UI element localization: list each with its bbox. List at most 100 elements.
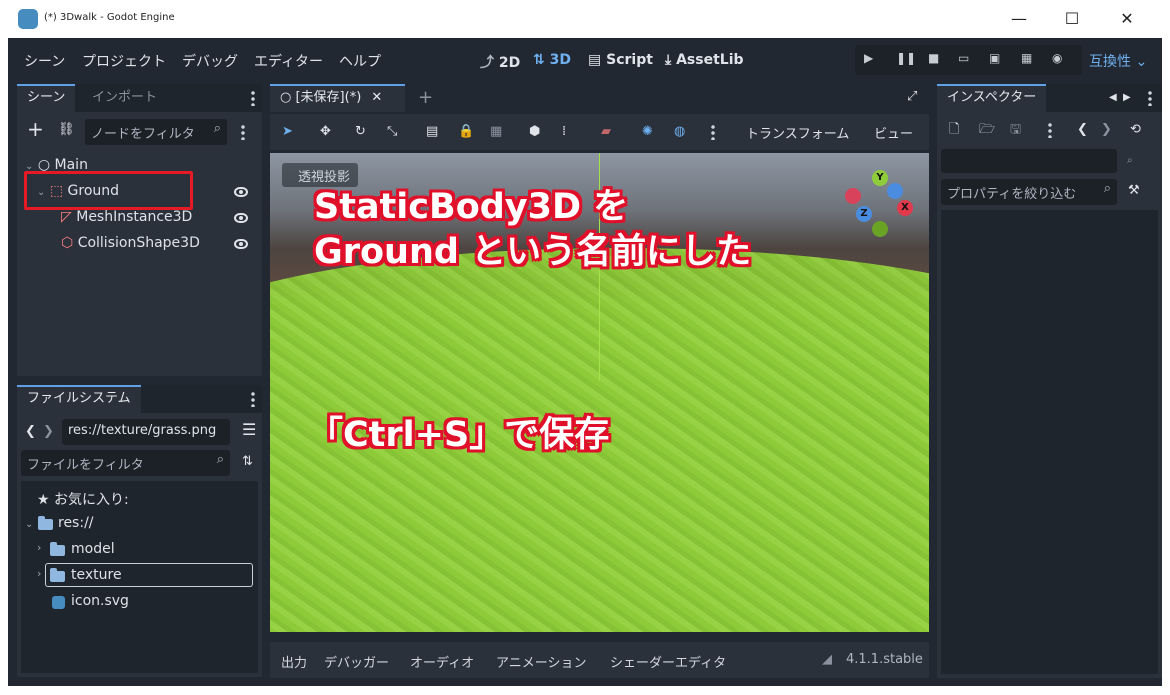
split-view-icon[interactable]: ☰: [242, 422, 256, 438]
workspace-assetlib-button[interactable]: ⤓ AssetLib: [665, 52, 744, 68]
tab-unsaved-scene[interactable]: ○ [未保存](*) ✕: [270, 84, 405, 112]
environment-icon[interactable]: ◍: [674, 125, 685, 139]
tab-import[interactable]: インポート: [82, 84, 167, 112]
history-back-icon[interactable]: ❮: [1077, 123, 1088, 137]
gizmo-neg-x[interactable]: [845, 188, 861, 204]
forward-icon[interactable]: ❯: [43, 425, 54, 439]
workspace-script-button[interactable]: ▤ Script: [588, 52, 653, 68]
view-menu[interactable]: ビュー: [874, 123, 913, 142]
close-tab-icon[interactable]: ✕: [371, 90, 382, 105]
inspector-dock: インスペクター ◀ ▶ 🗋 🗁 🖫 ❮ ❯ ⟲ ⌕ プロパティを絞り込む ⌕ ⚒: [937, 84, 1162, 678]
dock-left-icon[interactable]: ◀: [1109, 91, 1117, 105]
group-icon[interactable]: ▦: [490, 125, 502, 139]
menu-debug[interactable]: デバッグ: [182, 51, 238, 71]
menu-scene[interactable]: シーン: [24, 51, 65, 71]
workspace-2d-label: 2D: [498, 55, 521, 71]
rotate-mode-icon[interactable]: ↻: [355, 125, 366, 139]
file-item-icon-svg[interactable]: icon.svg: [71, 593, 129, 609]
update-spinner-icon[interactable]: ◢: [822, 652, 832, 667]
new-resource-icon[interactable]: 🗋: [949, 123, 959, 137]
add-scene-tab-icon[interactable]: +: [408, 84, 443, 112]
visibility-eye-icon[interactable]: [234, 213, 248, 223]
bottom-tab-audio[interactable]: オーディオ: [410, 652, 474, 671]
renderer-select[interactable]: 互換性 ⌄: [1089, 51, 1147, 71]
gizmo-neg-y[interactable]: [872, 221, 888, 237]
play-icon[interactable]: ▶: [864, 51, 873, 65]
menu-project[interactable]: プロジェクト: [82, 51, 166, 71]
expand-icon[interactable]: ›: [37, 541, 41, 554]
select-mode-icon[interactable]: ➤: [282, 125, 293, 139]
bottom-tab-debugger[interactable]: デバッガー: [324, 652, 389, 671]
tree-item-meshinstance[interactable]: ◸ MeshInstance3D: [61, 209, 192, 225]
res-root-item[interactable]: ⌄: [25, 515, 33, 531]
dock-right-icon[interactable]: ▶: [1123, 91, 1131, 105]
scale-mode-icon[interactable]: ⤡: [387, 125, 397, 139]
camera-icon[interactable]: ▰: [601, 125, 611, 139]
save-resource-icon[interactable]: 🖫: [1010, 123, 1021, 137]
pause-icon[interactable]: ❚❚: [896, 51, 916, 65]
annotation-line-2: Ground という名前にした: [314, 232, 752, 272]
tools-icon[interactable]: ⚒: [1128, 184, 1140, 198]
path-field[interactable]: res://texture/grass.png: [62, 419, 230, 445]
local-space-icon[interactable]: ⬢: [529, 125, 540, 139]
minimize-button[interactable]: —: [996, 0, 1042, 38]
sort-icon[interactable]: ⇅: [242, 455, 253, 469]
snap-icon[interactable]: ⁞: [562, 125, 566, 139]
gizmo-neg-z[interactable]: [887, 183, 903, 199]
dock-menu-icon[interactable]: [251, 90, 255, 106]
add-node-icon[interactable]: +: [27, 119, 44, 139]
tab-filesystem[interactable]: ファイルシステム: [17, 385, 141, 413]
link-icon[interactable]: ⛓: [58, 123, 75, 137]
menu-editor[interactable]: エディター: [254, 51, 323, 71]
renderer-label: 互換性: [1089, 54, 1131, 70]
tree-item-label: CollisionShape3D: [77, 235, 200, 251]
tab-inspector[interactable]: インスペクター: [937, 84, 1047, 112]
scene-options-icon[interactable]: [241, 124, 245, 140]
property-filter-input[interactable]: プロパティを絞り込む ⌕: [941, 179, 1117, 205]
sun-icon[interactable]: ✺: [642, 125, 653, 139]
bottom-tab-shader-editor[interactable]: シェーダーエディタ: [610, 652, 726, 671]
stop-icon[interactable]: ■: [928, 51, 939, 65]
open-resource-icon[interactable]: 🗁: [979, 123, 995, 137]
transform-menu[interactable]: トランスフォーム: [746, 123, 849, 142]
play-custom-scene-icon[interactable]: ▦: [1021, 51, 1032, 65]
doc-icon[interactable]: ⌕: [1127, 154, 1133, 168]
file-item-model[interactable]: model: [71, 541, 115, 557]
play-scene-icon[interactable]: ▣: [989, 51, 1000, 65]
close-window-button[interactable]: ✕: [1104, 0, 1150, 38]
gizmo-y[interactable]: Y: [872, 170, 888, 186]
tree-item-collisionshape[interactable]: ⬡ CollisionShape3D: [61, 235, 200, 251]
move-mode-icon[interactable]: ✥: [320, 125, 331, 139]
node-filter-input[interactable]: ノードをフィルタ ⌕: [85, 119, 227, 145]
file-item-texture[interactable]: texture: [71, 567, 122, 583]
file-filter-input[interactable]: ファイルをフィルタ ⌕: [21, 450, 230, 476]
movie-maker-icon[interactable]: ◉: [1052, 51, 1062, 65]
property-filter-placeholder: プロパティを絞り込む: [947, 187, 1077, 202]
dock-menu-icon[interactable]: [251, 391, 255, 407]
back-icon[interactable]: ❮: [25, 425, 36, 439]
visibility-eye-icon[interactable]: [234, 239, 248, 249]
visibility-eye-icon[interactable]: [234, 187, 248, 197]
favorites-item[interactable]: ★ お気に入り:: [37, 489, 129, 509]
history-icon[interactable]: ⟲: [1130, 123, 1141, 137]
bottom-tab-animation[interactable]: アニメーション: [496, 652, 586, 671]
search-icon: ⌕: [1103, 181, 1111, 196]
distraction-free-icon[interactable]: ⤢: [907, 90, 917, 104]
lock-icon[interactable]: 🔒: [458, 125, 474, 139]
maximize-button[interactable]: ☐: [1049, 0, 1095, 38]
bottom-tab-output[interactable]: 出力: [281, 652, 307, 671]
history-forward-icon[interactable]: ❯: [1101, 123, 1112, 137]
dock-menu-icon[interactable]: [1148, 90, 1152, 106]
resource-options-icon[interactable]: [1048, 122, 1052, 138]
workspace-3d-button[interactable]: ⇅ 3D: [533, 52, 571, 68]
gizmo-z[interactable]: Z: [856, 206, 872, 222]
preview-options-icon[interactable]: [711, 124, 715, 140]
object-selector[interactable]: [941, 149, 1117, 173]
workspace-2d-button[interactable]: ⤴ 2D: [480, 52, 520, 72]
list-select-icon[interactable]: ▤: [426, 125, 438, 139]
tab-scene[interactable]: シーン: [17, 84, 76, 112]
expand-icon[interactable]: ›: [37, 567, 41, 580]
gizmo-x[interactable]: X: [897, 200, 913, 216]
remote-debug-icon[interactable]: ▭: [958, 51, 969, 65]
menu-help[interactable]: ヘルプ: [339, 51, 381, 71]
